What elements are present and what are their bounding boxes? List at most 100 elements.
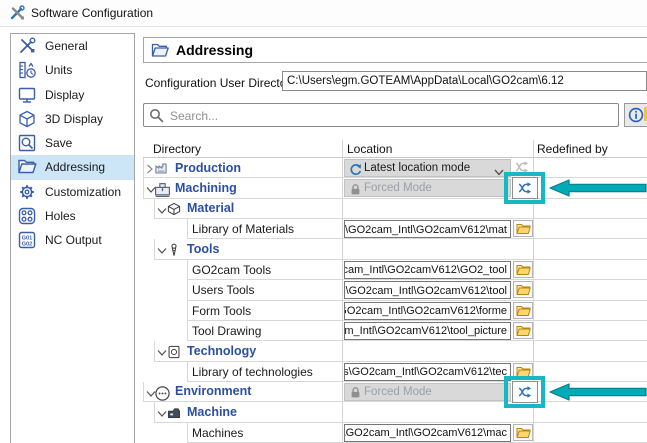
browse-folder-button[interactable] [513, 424, 533, 441]
directory-label: Form Tools [192, 304, 251, 318]
sidebar-item-general[interactable]: General [11, 34, 134, 58]
directory-label: Library of technologies [192, 365, 313, 379]
expander-expanded-icon[interactable] [157, 244, 167, 254]
browse-folder-button[interactable] [513, 281, 533, 298]
table-row-machine[interactable]: Machine [0, 402, 647, 422]
sidebar-item-save[interactable]: Save [11, 131, 134, 155]
tree-indent-line [187, 280, 188, 300]
location-path-text: \GO2cam_Intl\GO2camV612\tool_picture [344, 325, 507, 337]
expander-expanded-icon[interactable] [157, 204, 167, 214]
location-path-field[interactable]: am Files\GO2cam_Intl\GO2camV612\tool [344, 281, 511, 299]
tree-indent-line [187, 362, 188, 382]
technology-icon [167, 345, 181, 362]
location-path-text: ram Files\GO2cam_Intl\GO2camV612\tec [344, 366, 507, 378]
search-input[interactable] [168, 107, 612, 125]
page-title: Addressing [176, 42, 253, 58]
general-icon [17, 36, 37, 56]
sidebar-item-label: Display [45, 88, 84, 102]
tools-icon [9, 5, 25, 21]
location-path-text: am Files\GO2cam_Intl\GO2camV612\mac [344, 427, 507, 439]
expander-expanded-icon[interactable] [157, 407, 167, 417]
location-path-text: am Files\GO2cam_Intl\GO2camV612\mat [344, 224, 507, 236]
table-row-material[interactable]: Material [0, 199, 647, 219]
table-row-form-tools[interactable]: Form Tools n Files\GO2cam_Intl\GO2camV61… [0, 301, 647, 321]
location-path-field[interactable]: les\GO2cam_Intl\GO2camV612\GO2_tool [344, 261, 511, 279]
browse-folder-button[interactable] [513, 261, 533, 278]
sidebar-item-label: General [45, 39, 88, 53]
directory-label: Machines [192, 426, 243, 440]
location-path-field[interactable]: ram Files\GO2cam_Intl\GO2camV612\tec [344, 363, 511, 381]
directory-label: Machining [175, 181, 237, 195]
location-mode-locked: Forced Mode [344, 179, 511, 197]
location-path-text: n Files\GO2cam_Intl\GO2camV612\forme [344, 305, 507, 317]
table-row-production[interactable]: Production Latest location mode [0, 158, 647, 178]
tree-indent-line [143, 382, 144, 402]
folder-icon [516, 427, 531, 439]
sidebar-item-3d-display[interactable]: 3D Display [11, 107, 134, 131]
table-row-machines[interactable]: Machines am Files\GO2cam_Intl\GO2camV612… [0, 423, 647, 443]
tree-indent-line [143, 158, 144, 178]
location-mode-text: Latest location mode [364, 162, 470, 174]
table-row-technology[interactable]: Technology [0, 341, 647, 361]
open-folder-icon [151, 42, 169, 58]
location-path-field[interactable]: am Files\GO2cam_Intl\GO2camV612\mac [344, 424, 511, 442]
directory-label: Environment [175, 384, 251, 398]
tree-indent-line [154, 239, 155, 259]
location-path-field[interactable]: n Files\GO2cam_Intl\GO2camV612\forme [344, 302, 511, 320]
sidebar-item-label: Units [45, 63, 72, 77]
refresh-icon [349, 163, 362, 176]
browse-folder-button[interactable] [513, 302, 533, 319]
location-mode-dropdown[interactable]: Latest location mode [344, 159, 511, 177]
sidebar-item-display[interactable]: Display [11, 83, 134, 107]
location-mode-text: Forced Mode [364, 182, 432, 194]
config-user-directory-field[interactable] [282, 71, 647, 91]
lock-icon [349, 183, 362, 196]
display-icon [17, 85, 37, 105]
directory-label: GO2cam Tools [192, 263, 271, 277]
sidebar-item-units[interactable]: Units [11, 58, 134, 82]
directory-label: Machine [187, 405, 237, 419]
expander-expanded-icon[interactable] [157, 346, 167, 356]
table-row-tools[interactable]: Tools [0, 239, 647, 259]
location-path-field[interactable]: am Files\GO2cam_Intl\GO2camV612\mat [344, 220, 511, 238]
location-mode-text: Forced Mode [364, 386, 432, 398]
tree-indent-line [143, 178, 144, 198]
production-icon [154, 161, 171, 178]
table-row-users-tools[interactable]: Users Tools am Files\GO2cam_Intl\GO2camV… [0, 280, 647, 300]
directory-label: Tools [187, 242, 219, 256]
location-mode-locked: Forced Mode [344, 383, 511, 401]
search-box[interactable] [143, 103, 619, 127]
browse-folder-button[interactable] [513, 322, 533, 339]
location-path-text: les\GO2cam_Intl\GO2camV612\GO2_tool [344, 264, 507, 276]
column-header-location: Location [347, 142, 392, 156]
browse-folder-button[interactable] [513, 220, 533, 237]
directory-label: Production [175, 161, 241, 175]
directory-label: Library of Materials [192, 222, 294, 236]
directory-label: Tool Drawing [192, 324, 261, 338]
tools-icon [167, 243, 181, 260]
column-header-redefined-by: Redefined by [537, 142, 608, 156]
page-header: Addressing [143, 37, 647, 63]
tree-indent-line [154, 199, 155, 219]
table-row-go2cam-tools[interactable]: GO2cam Tools les\GO2cam_Intl\GO2camV612\… [0, 260, 647, 280]
units-icon [17, 60, 37, 80]
machine-icon [167, 406, 181, 423]
sidebar-item-label: 3D Display [45, 112, 103, 126]
table-row-tool-drawing[interactable]: Tool Drawing \GO2cam_Intl\GO2camV612\too… [0, 321, 647, 341]
table-row-library-of-materials[interactable]: Library of Materials am Files\GO2cam_Int… [0, 219, 647, 239]
location-path-field[interactable]: \GO2cam_Intl\GO2camV612\tool_picture [344, 322, 511, 340]
tree-indent-line [154, 402, 155, 422]
column-header-directory: Directory [153, 142, 201, 156]
software-configuration-window: Software Configuration General Units Dis… [0, 0, 647, 443]
info-icon [628, 107, 644, 123]
window-title: Software Configuration [31, 6, 153, 20]
chevron-down-icon [494, 165, 504, 172]
folder-icon [516, 305, 531, 317]
folder-icon [516, 264, 531, 276]
table-row-library-of-technologies[interactable]: Library of technologies ram Files\GO2cam… [0, 362, 647, 382]
tree-indent-line [187, 301, 188, 321]
config-user-directory-label: Configuration User Directory [145, 76, 296, 90]
directory-label: Material [187, 201, 234, 215]
folder-icon [516, 284, 531, 296]
directory-label: Users Tools [192, 283, 254, 297]
